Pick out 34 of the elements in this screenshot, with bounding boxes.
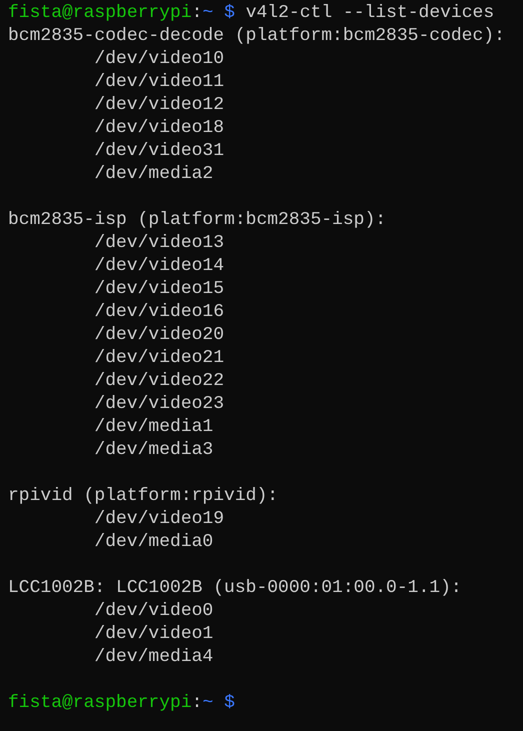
device-path: /dev/media0 bbox=[94, 532, 214, 552]
device-header: bcm2835-codec-decode (platform:bcm2835-codec): bbox=[8, 26, 505, 46]
prompt-path: ~ bbox=[202, 3, 214, 23]
device-header: LCC1002B: LCC1002B (usb-0000:01:00.0-1.1): bbox=[8, 578, 462, 598]
prompt-path: ~ bbox=[202, 693, 214, 713]
device-path: /dev/video0 bbox=[94, 601, 214, 621]
device-header: rpivid (platform:rpivid): bbox=[8, 486, 278, 506]
device-path: /dev/media1 bbox=[94, 417, 214, 437]
device-path: /dev/video1 bbox=[94, 624, 214, 644]
device-path: /dev/video10 bbox=[94, 49, 224, 69]
prompt-separator: : bbox=[192, 693, 202, 713]
prompt-symbol: $ bbox=[224, 3, 235, 23]
command-text: v4l2-ctl --list-devices bbox=[246, 3, 494, 23]
device-path: /dev/video15 bbox=[94, 279, 224, 299]
device-path: /dev/video16 bbox=[94, 302, 224, 322]
device-path: /dev/media4 bbox=[94, 647, 214, 667]
device-path: /dev/video11 bbox=[94, 72, 224, 92]
prompt-separator: : bbox=[192, 3, 202, 23]
prompt-user-host: fista@raspberrypi bbox=[8, 693, 192, 713]
device-header: bcm2835-isp (platform:bcm2835-isp): bbox=[8, 210, 386, 230]
device-path: /dev/video18 bbox=[94, 118, 224, 138]
prompt-symbol: $ bbox=[224, 693, 235, 713]
device-path: /dev/media3 bbox=[94, 440, 214, 460]
device-path: /dev/video19 bbox=[94, 509, 224, 529]
device-path: /dev/video23 bbox=[94, 394, 224, 414]
device-path: /dev/video20 bbox=[94, 325, 224, 345]
device-path: /dev/video22 bbox=[94, 371, 224, 391]
device-path: /dev/video13 bbox=[94, 233, 224, 253]
device-path: /dev/media2 bbox=[94, 164, 214, 184]
device-path: /dev/video14 bbox=[94, 256, 224, 276]
prompt-user-host: fista@raspberrypi bbox=[8, 3, 192, 23]
device-path: /dev/video21 bbox=[94, 348, 224, 368]
device-path: /dev/video31 bbox=[94, 141, 224, 161]
device-path: /dev/video12 bbox=[94, 95, 224, 115]
